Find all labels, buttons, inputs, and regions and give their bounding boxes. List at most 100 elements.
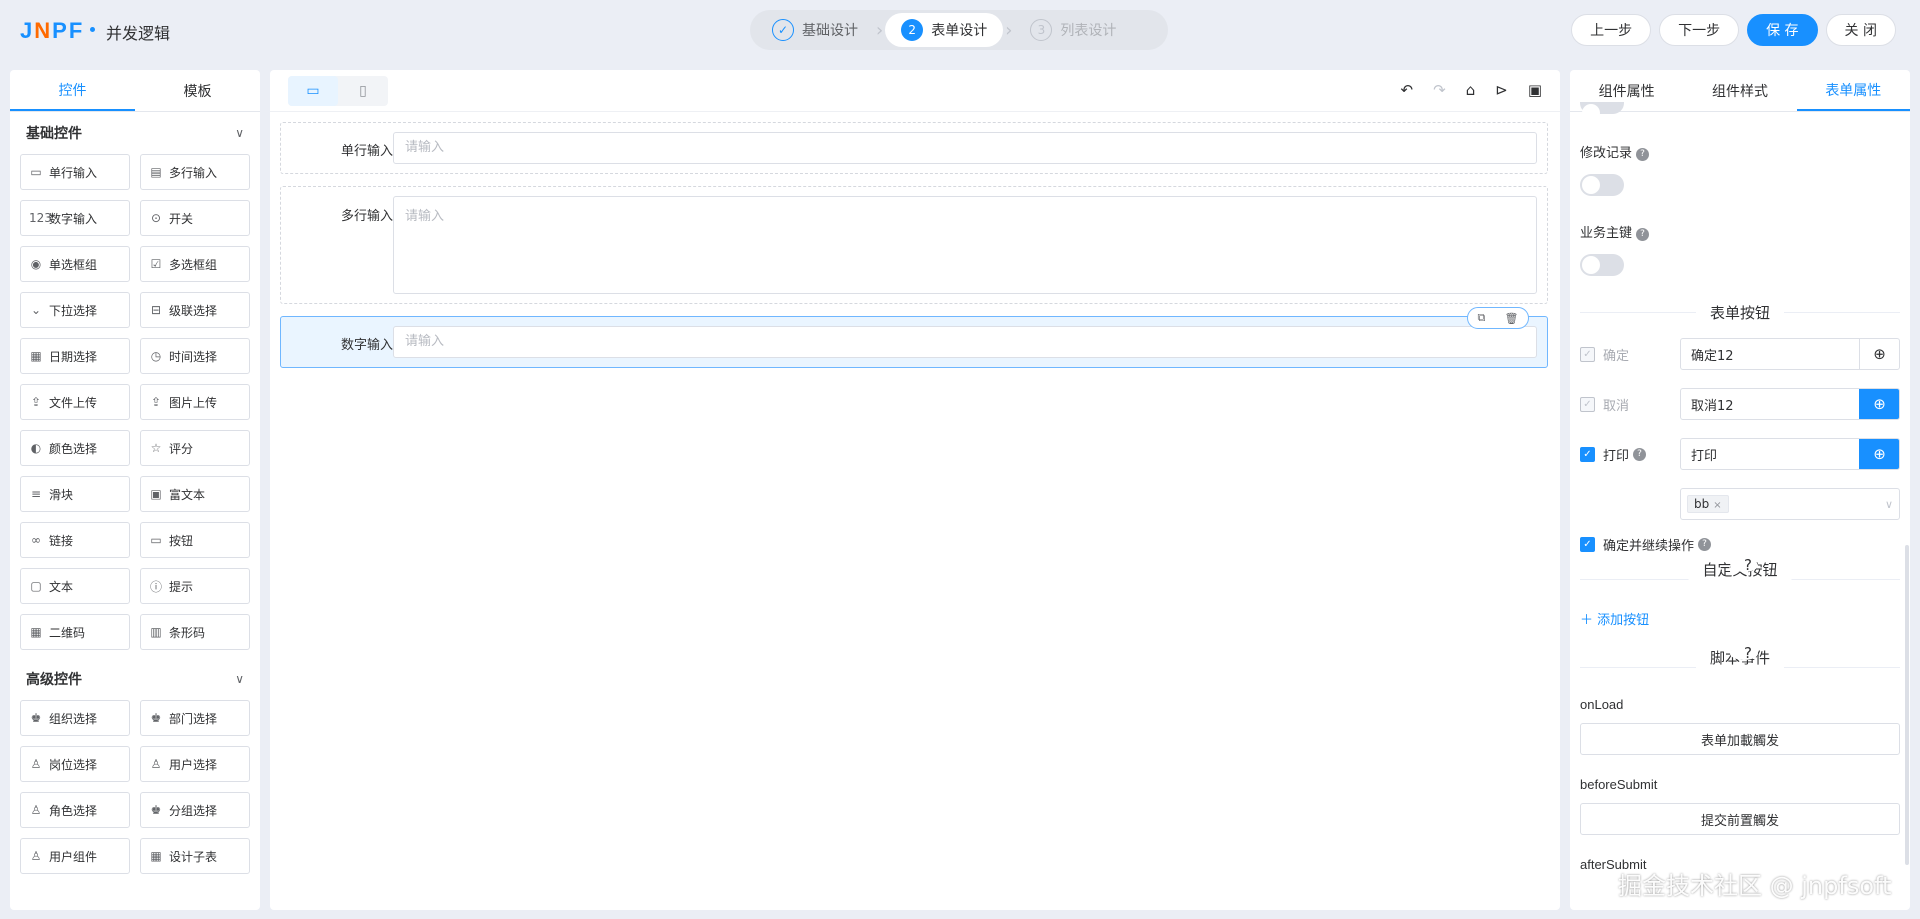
palette-item[interactable]: 123 数字输入 — [20, 200, 130, 236]
preview-icon[interactable]: ⊳ — [1495, 81, 1508, 99]
advanced-controls-header[interactable]: 高级控件 ∨ — [10, 658, 260, 700]
confirm-checkbox[interactable]: ✓ 确定 — [1580, 345, 1629, 364]
field-number[interactable]: 数字输入 请输入 ⧉ 🗑 — [280, 307, 1548, 368]
cancel-text-input[interactable]: 取消12 ⊕ — [1680, 388, 1900, 420]
palette-item[interactable]: ▦ 二维码 — [20, 614, 130, 650]
multi-line-input[interactable]: 请输入 — [393, 196, 1537, 294]
palette-item[interactable]: ♚ 分组选择 — [140, 792, 250, 828]
palette-item[interactable]: ▢ 文本 — [20, 568, 130, 604]
add-button-link[interactable]: ＋ 添加按钮 — [1580, 609, 1649, 628]
biz-key-toggle[interactable] — [1580, 254, 1624, 276]
undo-icon[interactable]: ↶ — [1401, 81, 1414, 99]
field-label: 单行输入 — [340, 144, 393, 159]
globe-icon[interactable]: ⊕ — [1859, 439, 1899, 469]
step-number: 2 — [901, 19, 924, 41]
event-name-label: beforeSubmit — [1580, 777, 1658, 792]
palette-item[interactable]: ♙ 角色选择 — [20, 792, 130, 828]
palette-item-label: 部门选择 — [169, 711, 218, 726]
field-multi-line[interactable]: 多行输入 请输入 — [280, 186, 1548, 304]
partial-toggle[interactable] — [1580, 102, 1624, 122]
palette-item-label: 按钮 — [169, 533, 194, 548]
palette-item-label: 颜色选择 — [49, 441, 98, 456]
palette-item-label: 文本 — [49, 579, 74, 594]
redo-icon[interactable]: ↷ — [1433, 81, 1446, 99]
print-text-input[interactable]: 打印 ⊕ — [1680, 438, 1900, 470]
palette-item[interactable]: ⓘ 提示 — [140, 568, 250, 604]
palette-item-label: 角色选择 — [49, 803, 98, 818]
palette-item[interactable]: ▤ 多行输入 — [140, 154, 250, 190]
properties-scrollbar[interactable] — [1905, 545, 1909, 865]
palette-item[interactable]: ◉ 单选框组 — [20, 246, 130, 282]
palette-item[interactable]: ▭ 按钮 — [140, 522, 250, 558]
control-icon: ♙ — [30, 757, 42, 771]
palette-item[interactable]: ⌄ 下拉选择 — [20, 292, 130, 328]
palette-item[interactable]: ☑ 多选框组 — [140, 246, 250, 282]
print-checkbox[interactable]: ✓ 打印? — [1580, 445, 1647, 464]
palette-item-label: 滑块 — [49, 487, 74, 502]
field-single-line[interactable]: 单行输入 请输入 — [280, 122, 1548, 174]
palette-item[interactable]: ♙ 用户组件 — [20, 838, 130, 874]
palette-item[interactable]: ▦ 设计子表 — [140, 838, 250, 874]
control-icon: ▢ — [30, 579, 42, 593]
prev-step-button[interactable]: 上一步 — [1571, 14, 1652, 46]
edit-log-toggle[interactable] — [1580, 174, 1624, 196]
palette-item[interactable]: ⊟ 级联选择 — [140, 292, 250, 328]
palette-item-label: 链接 — [49, 533, 74, 548]
help-icon: ? — [1633, 448, 1647, 461]
tab-templates[interactable]: 模板 — [135, 70, 260, 111]
cancel-checkbox[interactable]: ✓ 取消 — [1580, 395, 1629, 414]
next-step-button[interactable]: 下一步 — [1659, 14, 1740, 46]
palette-item[interactable]: ∞ 链接 — [20, 522, 130, 558]
number-input[interactable]: 请输入 — [393, 326, 1537, 358]
help-icon: ? — [1730, 646, 1758, 661]
confirm-continue-checkbox[interactable]: ✓ 确定并继续操作? — [1580, 535, 1712, 554]
form-canvas: ▭ ▯ ↶ ↷ ⌂ ⊳ ▣ 单行输入 请输入 多行输入 请输入 数字输入 请输入… — [270, 70, 1560, 910]
palette-item[interactable]: ▦ 日期选择 — [20, 338, 130, 374]
desktop-icon[interactable]: ▭ — [288, 76, 338, 106]
palette-item[interactable]: ♚ 部门选择 — [140, 700, 250, 736]
tab-component-style[interactable]: 组件样式 — [1683, 70, 1796, 111]
globe-icon[interactable]: ⊕ — [1859, 389, 1899, 419]
close-icon[interactable]: × — [1713, 500, 1721, 511]
palette-item[interactable]: ⊙ 开关 — [140, 200, 250, 236]
step-basic-design[interactable]: ✓ 基础设计 — [756, 13, 874, 47]
basic-controls-header[interactable]: 基础控件 ∨ — [10, 112, 260, 154]
close-button[interactable]: 关 闭 — [1825, 14, 1896, 46]
save-draft-icon[interactable]: ▣ — [1528, 81, 1542, 99]
print-template-select[interactable]: bb × ∨ — [1680, 488, 1900, 520]
step-list-design[interactable]: 3 列表设计 — [1014, 13, 1132, 47]
copy-icon[interactable]: ⧉ — [1478, 311, 1486, 325]
tab-form-props[interactable]: 表单属性 — [1796, 70, 1910, 111]
before-submit-event-button[interactable]: 提交前置觸发 — [1580, 803, 1900, 835]
single-line-input[interactable]: 请输入 — [393, 132, 1537, 164]
palette-item[interactable]: ▣ 富文本 — [140, 476, 250, 512]
palette-item[interactable]: ◐ 颜色选择 — [20, 430, 130, 466]
tab-controls[interactable]: 控件 — [10, 70, 135, 111]
palette-tabs: 控件 模板 — [10, 70, 260, 112]
step-form-design[interactable]: 2 表单设计 — [885, 13, 1004, 47]
palette-item[interactable]: ♙ 用户选择 — [140, 746, 250, 782]
palette-item-label: 多行输入 — [169, 165, 218, 180]
clear-icon[interactable]: ⌂ — [1466, 81, 1476, 99]
globe-icon[interactable]: ⊕ — [1859, 339, 1899, 369]
check-icon: ✓ — [772, 19, 794, 41]
save-button[interactable]: 保 存 — [1747, 14, 1818, 46]
onload-event-button[interactable]: 表单加載觸发 — [1580, 723, 1900, 755]
palette-item-label: 单行输入 — [49, 165, 98, 180]
confirm-text-input[interactable]: 确定12 ⊕ — [1680, 338, 1900, 370]
palette-item[interactable]: ≡ 滑块 — [20, 476, 130, 512]
tablet-icon[interactable]: ▯ — [338, 76, 388, 106]
palette-item[interactable]: ☆ 评分 — [140, 430, 250, 466]
delete-icon[interactable]: 🗑 — [1504, 312, 1518, 325]
palette-item[interactable]: ⇪ 文件上传 — [20, 384, 130, 420]
help-icon: ? — [1636, 228, 1650, 241]
watermark: 掘金技术社区 @ jnpfsoft — [1618, 872, 1892, 900]
control-icon: ≡ — [30, 487, 42, 501]
palette-item[interactable]: ♙ 岗位选择 — [20, 746, 130, 782]
palette-item[interactable]: ▭ 单行输入 — [20, 154, 130, 190]
palette-item[interactable]: ◷ 时间选择 — [140, 338, 250, 374]
palette-item[interactable]: ⇪ 图片上传 — [140, 384, 250, 420]
palette-item[interactable]: ♚ 组织选择 — [20, 700, 130, 736]
chevron-down-icon: ∨ — [235, 126, 244, 140]
palette-item[interactable]: ▥ 条形码 — [140, 614, 250, 650]
